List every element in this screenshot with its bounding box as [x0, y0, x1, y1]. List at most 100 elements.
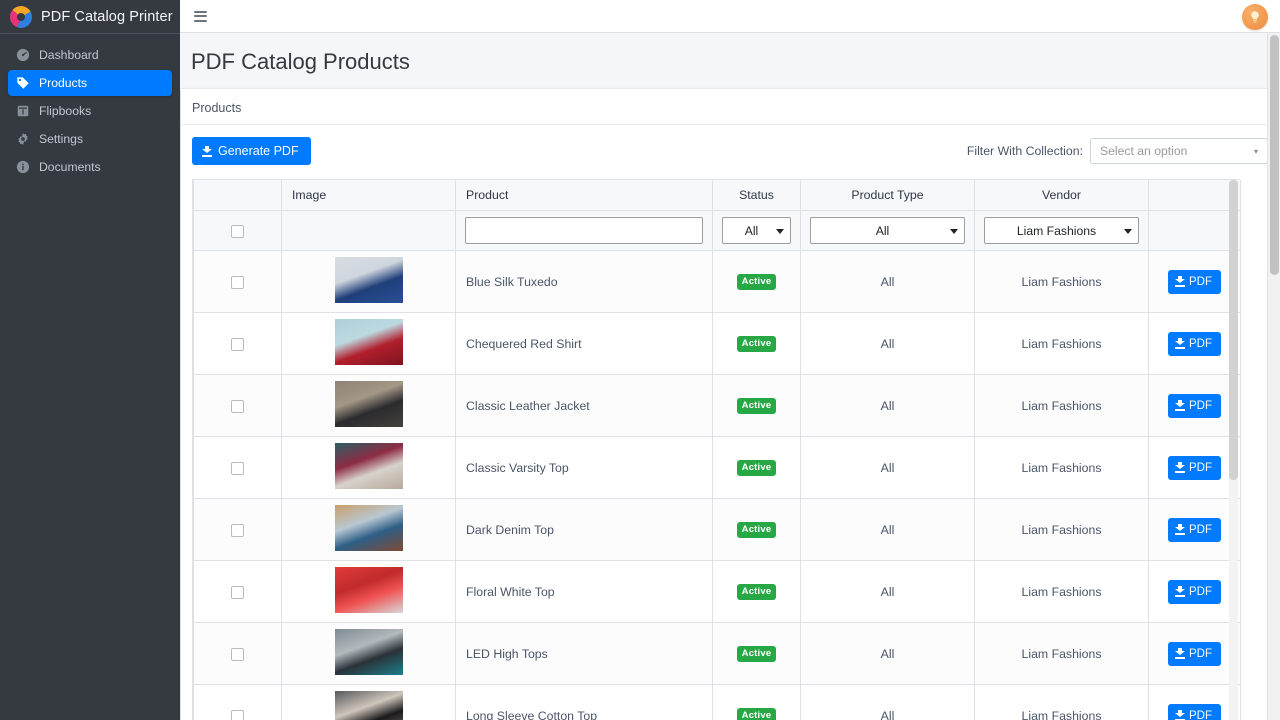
row-status-cell: Active — [713, 437, 801, 499]
row-select-cell — [194, 251, 282, 313]
chevron-down-icon — [950, 229, 958, 234]
long-sleeve-cotton-top-thumb — [335, 691, 403, 720]
select-all-checkbox[interactable] — [231, 225, 244, 238]
status-badge: Active — [737, 646, 777, 662]
row-product-name: Floral White Top — [456, 561, 713, 623]
download-icon — [1175, 462, 1185, 473]
generate-pdf-label: Generate PDF — [218, 144, 299, 158]
sidebar-item-label: Dashboard — [39, 48, 99, 62]
row-checkbox[interactable] — [231, 400, 244, 413]
row-product-name: Dark Denim Top — [456, 499, 713, 561]
row-product-name: Classic Varsity Top — [456, 437, 713, 499]
col-vendor: Vendor — [975, 180, 1149, 211]
row-pdf-button[interactable]: PDF — [1168, 642, 1221, 666]
col-select — [194, 180, 282, 211]
page-header: PDF Catalog Products — [180, 33, 1280, 89]
row-pdf-button[interactable]: PDF — [1168, 704, 1221, 720]
sidebar-item-label: Products — [39, 76, 87, 90]
sidebar-item-settings[interactable]: Settings — [8, 126, 172, 152]
row-checkbox[interactable] — [231, 648, 244, 661]
row-pdf-label: PDF — [1189, 276, 1212, 288]
page-scrollbar-track[interactable] — [1267, 33, 1280, 720]
row-select-cell — [194, 685, 282, 720]
gear-icon — [15, 132, 30, 147]
row-vendor: Liam Fashions — [975, 685, 1149, 720]
filter-product-type-cell: All — [801, 211, 975, 251]
row-pdf-label: PDF — [1189, 524, 1212, 536]
row-checkbox[interactable] — [231, 338, 244, 351]
row-product-type: All — [801, 437, 975, 499]
hamburger-icon[interactable] — [194, 8, 210, 24]
row-checkbox[interactable] — [231, 710, 244, 720]
vendor-filter-value: Liam Fashions — [1017, 224, 1096, 238]
col-action — [1149, 180, 1241, 211]
row-pdf-button[interactable]: PDF — [1168, 270, 1221, 294]
row-product-name: Blue Silk Tuxedo — [456, 251, 713, 313]
row-pdf-button[interactable]: PDF — [1168, 580, 1221, 604]
row-checkbox[interactable] — [231, 586, 244, 599]
row-pdf-button[interactable]: PDF — [1168, 456, 1221, 480]
row-vendor: Liam Fashions — [975, 375, 1149, 437]
vendor-filter-select[interactable]: Liam Fashions — [984, 217, 1139, 244]
table-row: Long Sleeve Cotton TopActiveAllLiam Fash… — [194, 685, 1241, 720]
row-product-type: All — [801, 499, 975, 561]
row-vendor: Liam Fashions — [975, 499, 1149, 561]
table-row: Blue Silk TuxedoActiveAllLiam FashionsPD… — [194, 251, 1241, 313]
collection-select-value: Select an option — [1100, 144, 1187, 158]
table-scrollbar-thumb[interactable] — [1229, 180, 1238, 480]
row-vendor: Liam Fashions — [975, 623, 1149, 685]
generate-pdf-button[interactable]: Generate PDF — [192, 137, 311, 165]
collection-select[interactable]: Select an option ▾ — [1090, 138, 1268, 164]
row-checkbox[interactable] — [231, 524, 244, 537]
table-head: Image Product Status Product Type Vendor — [194, 180, 1241, 211]
sidebar-nav: Dashboard Products Flipbooks Settings Do — [0, 34, 180, 180]
row-pdf-button[interactable]: PDF — [1168, 332, 1221, 356]
table-scrollbar-track[interactable] — [1229, 180, 1238, 720]
filter-action-cell — [1149, 211, 1241, 251]
collection-filter-group: Filter With Collection: Select an option… — [967, 138, 1268, 164]
row-select-cell — [194, 561, 282, 623]
sidebar-item-flipbooks[interactable]: Flipbooks — [8, 98, 172, 124]
table-filter-row: All All — [194, 211, 1241, 251]
toolbar: Generate PDF Filter With Collection: Sel… — [192, 137, 1268, 179]
filter-vendor-cell: Liam Fashions — [975, 211, 1149, 251]
row-product-type: All — [801, 375, 975, 437]
row-checkbox[interactable] — [231, 276, 244, 289]
row-product-type: All — [801, 251, 975, 313]
page-scrollbar-thumb[interactable] — [1270, 35, 1279, 275]
lightbulb-icon[interactable] — [1242, 4, 1268, 30]
card-header-label: Products — [192, 101, 241, 115]
row-status-cell: Active — [713, 623, 801, 685]
chequered-red-shirt-thumb — [335, 319, 403, 365]
product-type-filter-value: All — [876, 224, 890, 238]
row-vendor: Liam Fashions — [975, 561, 1149, 623]
download-icon — [1175, 524, 1185, 535]
row-image-cell — [282, 561, 456, 623]
row-status-cell: Active — [713, 499, 801, 561]
brand-header[interactable]: PDF Catalog Printer — [0, 0, 180, 34]
table-row: Classic Varsity TopActiveAllLiam Fashion… — [194, 437, 1241, 499]
row-pdf-button[interactable]: PDF — [1168, 518, 1221, 542]
product-filter-input[interactable] — [465, 217, 703, 244]
row-status-cell: Active — [713, 685, 801, 720]
dashboard-icon — [15, 48, 30, 63]
row-action-cell: PDF — [1149, 251, 1241, 313]
row-select-cell — [194, 623, 282, 685]
sidebar-item-products[interactable]: Products — [8, 70, 172, 96]
product-type-filter-select[interactable]: All — [810, 217, 965, 244]
download-icon — [202, 146, 212, 157]
row-status-cell: Active — [713, 375, 801, 437]
floral-white-top-thumb — [335, 567, 403, 613]
status-badge: Active — [737, 522, 777, 538]
sidebar-item-dashboard[interactable]: Dashboard — [8, 42, 172, 68]
col-product: Product — [456, 180, 713, 211]
row-pdf-label: PDF — [1189, 710, 1212, 720]
dark-denim-top-thumb — [335, 505, 403, 551]
row-product-type: All — [801, 313, 975, 375]
main-content: PDF Catalog Products Products Generate P… — [180, 33, 1280, 720]
status-filter-select[interactable]: All — [722, 217, 791, 244]
sidebar-item-label: Documents — [39, 160, 101, 174]
row-checkbox[interactable] — [231, 462, 244, 475]
sidebar-item-documents[interactable]: Documents — [8, 154, 172, 180]
row-pdf-button[interactable]: PDF — [1168, 394, 1221, 418]
